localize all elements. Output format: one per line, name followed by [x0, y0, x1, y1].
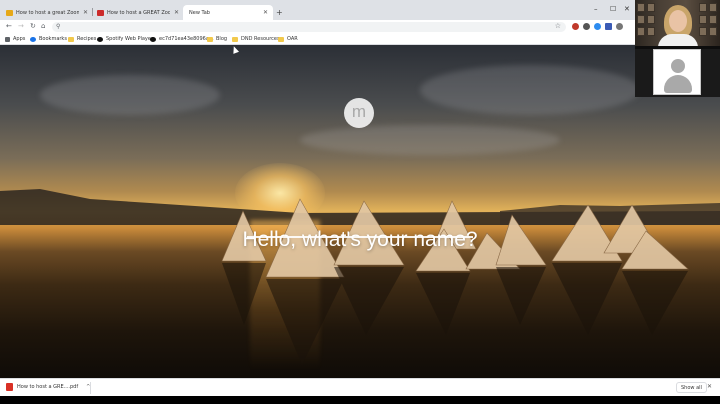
avatar-body-icon: [664, 75, 692, 93]
tab-strip: How to host a great Zoom meet ✕ How to h…: [0, 0, 635, 20]
shelf-box: [647, 15, 655, 24]
name-input[interactable]: [247, 214, 473, 238]
reload-icon[interactable]: ↻: [30, 22, 36, 30]
bookmark-label: Apps: [13, 36, 26, 42]
tab-new-tab[interactable]: New Tab ✕: [183, 5, 273, 20]
folder-icon: [68, 36, 74, 42]
bottom-strip: [0, 396, 720, 404]
show-all-button[interactable]: Show all: [676, 382, 707, 393]
shelf-box: [637, 15, 645, 24]
bookmark-bookmarks[interactable]: Bookmarks: [30, 36, 67, 42]
cloud-streak: [420, 65, 640, 115]
cloud-streak: [300, 125, 560, 155]
logo-letter: m: [351, 101, 367, 121]
tab-title: How to host a GREAT Zoom mee: [107, 9, 170, 16]
bookmark-github[interactable]: ec7d71ea43e8096a...: [150, 36, 214, 42]
browser-toolbar: ← → ↻ ⌂ ⚲ ☆: [0, 20, 635, 34]
back-arrow-icon[interactable]: ←: [6, 22, 12, 30]
shelf-box: [709, 15, 717, 24]
home-icon[interactable]: ⌂: [41, 22, 45, 30]
spotify-icon: [97, 36, 103, 42]
bookmark-label: Bookmarks: [39, 36, 67, 42]
bookmark-label: Recipes: [77, 36, 97, 42]
bookmark-star-icon[interactable]: ☆: [555, 22, 561, 30]
new-tab-plus-icon[interactable]: +: [276, 8, 283, 17]
address-bar[interactable]: ⚲ ☆: [52, 22, 566, 32]
extension-grey-icon[interactable]: [616, 23, 623, 30]
star-icon: [30, 36, 36, 42]
participant-tile[interactable]: [653, 49, 701, 95]
bookmarks-bar: Apps Bookmarks Recipes Spotify Web Playe…: [0, 34, 635, 45]
minimize-icon[interactable]: –: [594, 5, 598, 13]
shelf-box: [699, 15, 707, 24]
video-call-panel: [635, 0, 720, 97]
shelf-box: [647, 3, 655, 12]
avatar-head-icon: [671, 59, 685, 73]
download-file-name: How to host a GRE....pdf: [17, 384, 79, 390]
bookmark-recipes[interactable]: Recipes: [68, 36, 96, 42]
shelf-box: [637, 27, 645, 36]
tab-title: How to host a great Zoom meet: [16, 9, 79, 16]
tab-title: New Tab: [189, 9, 210, 16]
webcam-feed: [635, 0, 720, 46]
download-item[interactable]: How to host a GRE....pdf ^: [6, 383, 90, 391]
extension-red-icon[interactable]: [572, 23, 579, 30]
tab-close-icon[interactable]: ✕: [263, 9, 268, 16]
folder-icon: [207, 36, 213, 42]
extension-blue-icon[interactable]: [594, 23, 601, 30]
screen: How to host a great Zoom meet ✕ How to h…: [0, 0, 720, 404]
shelf-box: [637, 3, 645, 12]
bookmark-apps[interactable]: Apps: [5, 36, 25, 42]
presenter-body: [658, 34, 698, 46]
shelf-box: [699, 27, 707, 36]
presenter-face: [669, 10, 687, 32]
bookmark-blog[interactable]: Blog: [207, 36, 227, 42]
bookmark-label: OAR: [287, 36, 298, 42]
bookmark-dnd-resources[interactable]: DND Resources: [232, 36, 280, 42]
search-icon: ⚲: [56, 23, 61, 30]
tab-close-icon[interactable]: ✕: [174, 9, 179, 16]
forward-arrow-icon[interactable]: →: [18, 22, 24, 30]
shelf-box: [699, 3, 707, 12]
bookmark-label: ec7d71ea43e8096a...: [159, 36, 214, 42]
extension-gear-icon[interactable]: [583, 23, 590, 30]
close-window-icon[interactable]: ✕: [624, 5, 630, 13]
bookmark-oar[interactable]: OAR: [278, 36, 298, 42]
momentum-logo[interactable]: m: [344, 98, 374, 128]
pdf-file-icon: [6, 383, 13, 391]
download-bar: How to host a GRE....pdf ^ Show all ✕: [0, 378, 720, 396]
cloud-streak: [40, 75, 220, 115]
tab-favicon: [97, 9, 104, 16]
bookmark-label: DND Resources: [241, 36, 280, 42]
shelf-box: [647, 27, 655, 36]
download-divider: [90, 382, 91, 394]
bookmark-label: Spotify Web Player: [106, 36, 154, 42]
close-icon[interactable]: ✕: [707, 383, 712, 390]
extension-square-icon[interactable]: [605, 23, 612, 30]
shelf-box: [709, 27, 717, 36]
tab-favicon: [6, 9, 13, 16]
tab-zoom-video[interactable]: How to host a GREAT Zoom mee ✕: [93, 5, 183, 20]
tab-close-icon[interactable]: ✕: [83, 9, 88, 16]
folder-icon: [278, 36, 284, 42]
maximize-icon[interactable]: ☐: [610, 5, 616, 13]
tab-zoom-guide[interactable]: How to host a great Zoom meet ✕: [2, 5, 92, 20]
github-icon: [150, 36, 156, 42]
shelf-box: [709, 3, 717, 12]
bookmark-label: Blog: [216, 36, 228, 42]
bookmark-spotify[interactable]: Spotify Web Player: [97, 36, 153, 42]
new-tab-page: m Hello, what's your name?: [0, 45, 720, 378]
apps-grid-icon: [5, 36, 10, 42]
folder-icon: [232, 36, 238, 42]
